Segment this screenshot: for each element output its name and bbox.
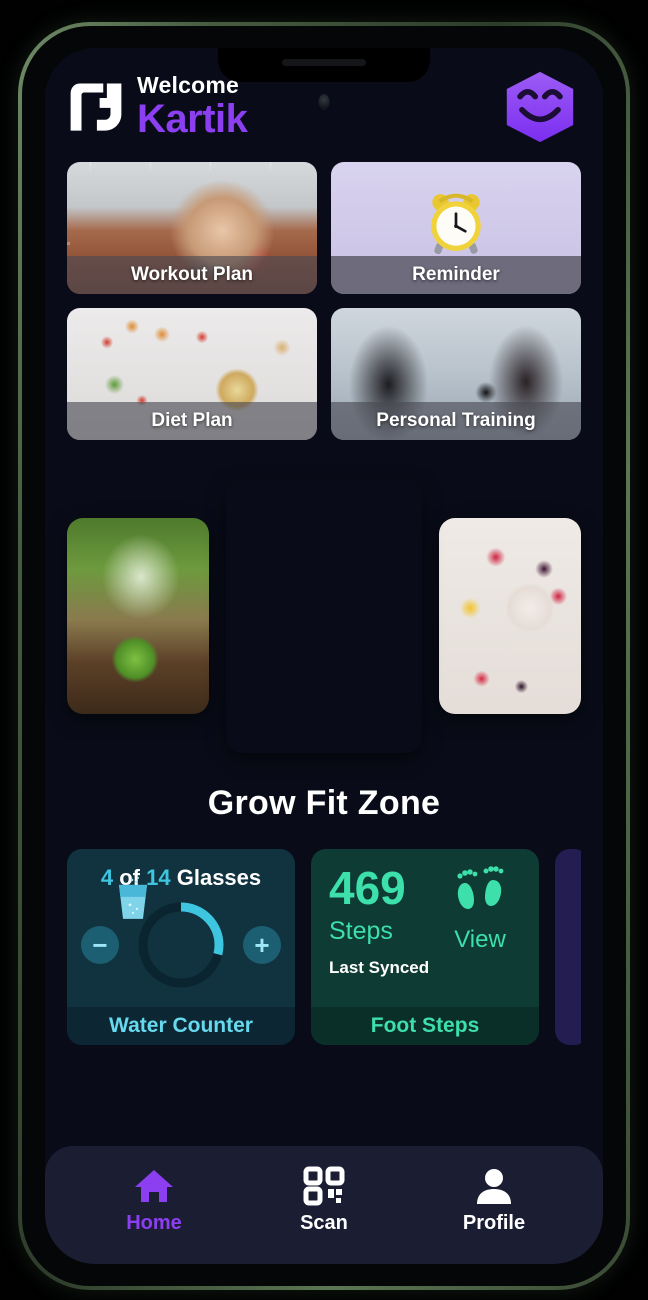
feature-card-label: Reminder	[331, 256, 581, 294]
feature-card-grid: Workout Plan Reminder Diet Plan Personal…	[67, 162, 581, 440]
nav-item-scan[interactable]: Scan	[269, 1166, 379, 1235]
earpiece-speaker	[282, 59, 366, 66]
water-counter-label: Water Counter	[67, 1007, 295, 1045]
feature-card-diet-plan[interactable]: Diet Plan	[67, 308, 317, 440]
bottom-navigation-bar: Home Scan Profile	[45, 1146, 603, 1264]
water-progress-ring	[119, 876, 229, 993]
nav-label-profile: Profile	[462, 1211, 526, 1234]
water-counter-controls: − +	[67, 876, 295, 993]
water-glass-icon	[119, 876, 147, 919]
phone-screen: Welcome Kartik Workout Plan Reminder Die…	[45, 48, 603, 1264]
widget-row[interactable]: 4 of 14 Glasses − + Water Counter 469 St…	[67, 849, 581, 1045]
foot-steps-body: 469 Steps Last Synced View	[311, 849, 539, 1007]
phone-notch	[218, 48, 430, 82]
steps-view-block[interactable]: View	[437, 863, 523, 954]
nav-label-home: Home	[126, 1211, 182, 1234]
feature-card-personal-training[interactable]: Personal Training	[331, 308, 581, 440]
foot-steps-widget[interactable]: 469 Steps Last Synced View Foot Steps	[311, 849, 539, 1045]
feature-card-label: Workout Plan	[67, 256, 317, 294]
water-decrement-button[interactable]: −	[81, 926, 119, 964]
water-increment-button[interactable]: +	[243, 926, 281, 964]
nav-item-home[interactable]: Home	[99, 1166, 209, 1235]
user-name: Kartik	[137, 96, 248, 141]
feature-card-label: Diet Plan	[67, 402, 317, 440]
green-smoothie-apple-photo	[67, 518, 209, 714]
phone-screenshot: Welcome Kartik Workout Plan Reminder Die…	[0, 0, 648, 1300]
water-counter-widget[interactable]: 4 of 14 Glasses − + Water Counter	[67, 849, 295, 1045]
carousel-slide-right[interactable]	[439, 518, 581, 714]
nav-item-profile[interactable]: Profile	[439, 1166, 549, 1235]
feature-card-reminder[interactable]: Reminder	[331, 162, 581, 294]
carousel-slide-left[interactable]	[67, 518, 209, 714]
phone-frame: Welcome Kartik Workout Plan Reminder Die…	[18, 22, 630, 1290]
person-icon	[477, 1168, 511, 1204]
feature-card-workout-plan[interactable]: Workout Plan	[67, 162, 317, 294]
water-counter-body: 4 of 14 Glasses − +	[67, 849, 295, 1007]
food-image-carousel[interactable]	[67, 472, 581, 760]
steps-view-label[interactable]: View	[437, 926, 523, 954]
app-content: Welcome Kartik Workout Plan Reminder Die…	[45, 48, 603, 1264]
water-count-value: 4	[100, 865, 114, 890]
front-camera-sensor	[318, 94, 330, 110]
water-unit-label: Glasses	[176, 865, 262, 890]
qr-scan-icon	[303, 1166, 345, 1205]
footprints-icon	[457, 866, 504, 909]
section-title: Grow Fit Zone	[207, 784, 441, 822]
mixed-nuts-bowl-photo	[226, 479, 422, 753]
water-counter-summary: 4 of 14 Glasses	[67, 849, 295, 891]
feature-card-label: Personal Training	[331, 402, 581, 440]
next-widget-peek[interactable]	[555, 849, 581, 1045]
gf-monogram-logo-icon	[67, 78, 125, 136]
smiley-avatar-icon[interactable]	[499, 70, 581, 144]
home-icon	[135, 1169, 173, 1202]
alarm-clock-icon	[431, 193, 481, 255]
carousel-slide-center[interactable]	[226, 479, 422, 753]
berry-fruit-bowl-photo	[439, 518, 581, 714]
nav-label-scan: Scan	[300, 1211, 348, 1234]
welcome-block: Welcome Kartik	[137, 73, 248, 141]
foot-steps-label: Foot Steps	[311, 1007, 539, 1045]
